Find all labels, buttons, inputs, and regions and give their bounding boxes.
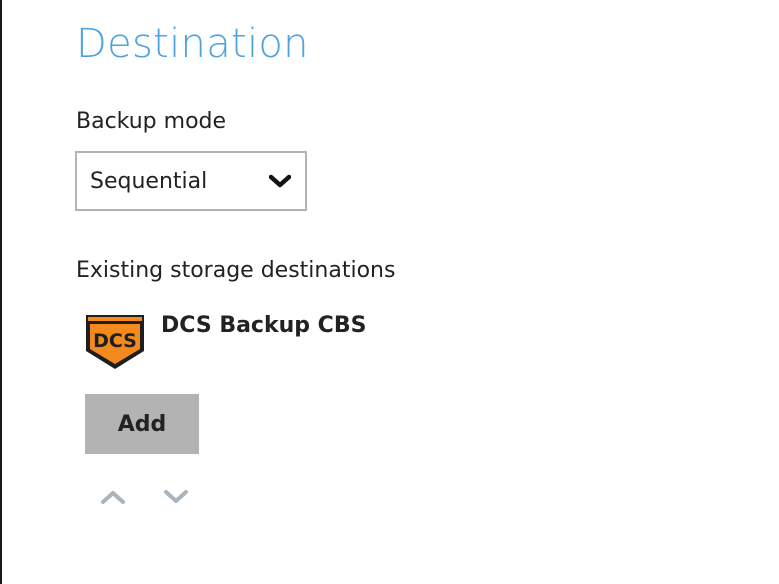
chevron-up-icon[interactable] bbox=[100, 488, 126, 506]
chevron-down-icon[interactable] bbox=[163, 488, 189, 506]
window-left-border bbox=[0, 0, 2, 584]
chevron-down-icon bbox=[269, 174, 291, 188]
destination-item[interactable]: DCS DCS Backup CBS bbox=[84, 307, 484, 371]
existing-destinations-label: Existing storage destinations bbox=[76, 258, 396, 283]
backup-mode-select[interactable]: Sequential bbox=[75, 151, 307, 211]
dcs-shield-logo-icon: DCS bbox=[86, 315, 144, 369]
backup-mode-label: Backup mode bbox=[76, 109, 227, 134]
add-destination-button[interactable]: Add bbox=[85, 394, 199, 454]
backup-mode-selected-value: Sequential bbox=[90, 169, 208, 194]
page-title: Destination bbox=[76, 21, 309, 67]
dcs-logo-text: DCS bbox=[93, 330, 137, 352]
destination-name: DCS Backup CBS bbox=[161, 313, 367, 338]
